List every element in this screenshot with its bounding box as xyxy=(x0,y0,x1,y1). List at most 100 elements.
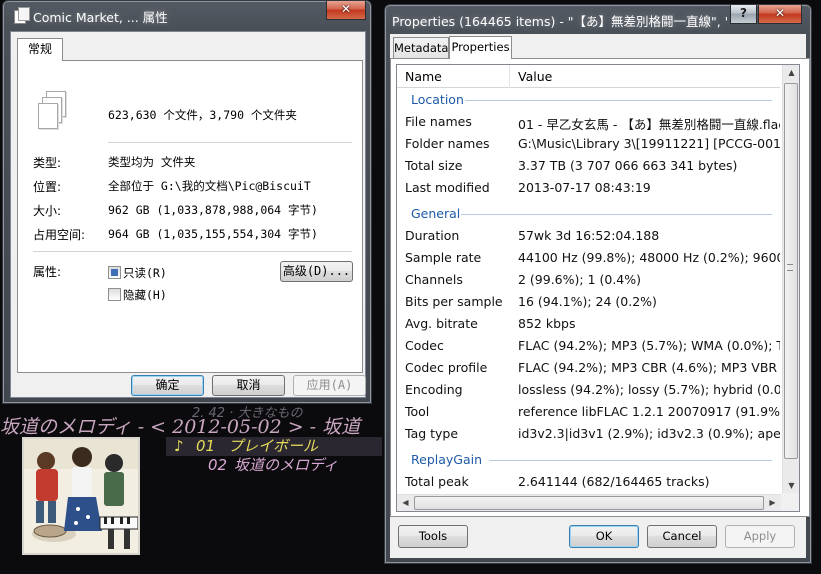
table-row[interactable]: Bits per sample 16 (94.1%); 24 (0.2%) xyxy=(397,291,780,313)
property-label: 类型: xyxy=(33,156,62,170)
properties-tab-page: Name Value Location File names 01 - 早乙女玄馬… xyxy=(390,58,810,517)
track-title: 坂道のメロディ xyxy=(234,456,338,474)
property-label: 位置: xyxy=(33,180,62,194)
scroll-right-arrow-icon[interactable]: ▶ xyxy=(764,498,781,507)
tab-metadata[interactable]: Metadata xyxy=(393,37,449,59)
table-row[interactable]: Last modified 2013-07-17 08:43:19 xyxy=(397,177,780,199)
scroll-left-arrow-icon[interactable]: ◀ xyxy=(397,498,414,507)
property-value: 类型均为 文件夹 xyxy=(108,155,196,169)
checkbox-box[interactable] xyxy=(108,266,121,279)
advanced-button[interactable]: 高级(D)... xyxy=(280,261,353,282)
tab-properties[interactable]: Properties xyxy=(449,36,512,59)
table-row[interactable]: Total peak 2.641144 (682/164465 tracks) xyxy=(397,471,780,493)
tab-general[interactable]: 常规 xyxy=(17,38,63,61)
row-value: 2.641144 (682/164465 tracks) xyxy=(518,474,710,489)
row-value: id3v2.3|id3v1 (2.9%); id3v2.3 (0.9%); ap… xyxy=(518,426,780,441)
track-item-active[interactable]: ♪ 01 プレイボール xyxy=(166,437,382,456)
table-row[interactable]: Tag type id3v2.3|id3v1 (2.9%); id3v2.3 (0… xyxy=(397,423,780,445)
window-title: Properties (164465 items) - "【あ】無差別格闘一直線… xyxy=(392,14,727,29)
row-value: 57wk 3d 16:52:04.188 xyxy=(518,228,660,243)
vertical-scrollbar[interactable]: ▲ ▼ xyxy=(782,65,799,495)
table-row[interactable]: Sample rate 44100 Hz (99.8%); 48000 Hz (0… xyxy=(397,247,780,269)
table-row[interactable]: Codec FLAC (94.2%); MP3 (5.7%); WMA (0.0%… xyxy=(397,335,780,357)
row-value: 44100 Hz (99.8%); 48000 Hz (0.2%); 96000… xyxy=(518,250,780,265)
group-title: ReplayGain xyxy=(411,452,483,467)
window-title: Comic Market, ... 属性 xyxy=(33,10,168,25)
row-name: Channels xyxy=(405,272,463,287)
property-label: 大小: xyxy=(33,204,62,218)
checkbox-box[interactable] xyxy=(108,288,121,301)
scroll-thumb[interactable] xyxy=(784,83,798,459)
title-bar[interactable]: Comic Market, ... 属性 ✕ xyxy=(3,1,371,31)
playing-note-icon: ♪ xyxy=(174,437,184,455)
properties-list[interactable]: Name Value Location File names 01 - 早乙女玄馬… xyxy=(396,64,800,512)
item-count-summary: 623,630 个文件，3,790 个文件夹 xyxy=(108,108,297,122)
tools-button[interactable]: Tools xyxy=(398,525,468,548)
track-number: 02 xyxy=(208,456,228,474)
table-row[interactable]: Encoding lossless (94.2%); lossy (5.7%); … xyxy=(397,379,780,401)
checkbox-label[interactable]: 只读(R) xyxy=(123,265,167,281)
table-row[interactable]: Channels 2 (99.6%); 1 (0.4%) xyxy=(397,269,780,291)
row-value: 2013-07-17 08:43:19 xyxy=(518,180,651,195)
album-cover-art xyxy=(22,437,140,555)
title-bar[interactable]: Properties (164465 items) - "【あ】無差別格闘一直線… xyxy=(385,5,811,35)
close-button[interactable]: ✕ xyxy=(758,5,802,24)
cancel-button[interactable]: 取消 xyxy=(212,375,285,396)
group-line xyxy=(461,214,772,215)
row-name: Folder names xyxy=(405,136,490,151)
row-value: FLAC (94.2%); MP3 (5.7%); WMA (0.0%); TA… xyxy=(518,338,780,353)
row-value: 852 kbps xyxy=(518,316,576,331)
track-item[interactable]: 02 坂道のメロディ xyxy=(166,456,338,475)
scroll-down-arrow-icon[interactable]: ▼ xyxy=(783,481,799,490)
column-header-name[interactable]: Name xyxy=(405,69,442,84)
ok-button[interactable]: OK xyxy=(569,525,639,548)
row-name: Codec profile xyxy=(405,360,488,375)
table-row[interactable]: Avg. bitrate 852 kbps xyxy=(397,313,780,335)
group-line xyxy=(489,460,772,461)
divider xyxy=(33,251,352,252)
track-number: 01 xyxy=(196,437,216,455)
group-title: Location xyxy=(411,92,464,107)
row-value: 3.37 TB (3 707 066 663 341 bytes) xyxy=(518,158,738,173)
row-value: reference libFLAC 1.2.1 20070917 (91.9%)… xyxy=(518,404,780,419)
ok-button[interactable]: 确定 xyxy=(131,375,204,396)
group-general: General xyxy=(397,203,780,225)
column-header-value[interactable]: Value xyxy=(518,69,552,84)
horizontal-scrollbar[interactable]: ◀ ▶ xyxy=(397,494,782,511)
row-name: Avg. bitrate xyxy=(405,316,478,331)
scrollbar-corner xyxy=(781,493,799,511)
group-line xyxy=(465,100,772,101)
help-button[interactable]: ? xyxy=(730,5,757,24)
column-divider[interactable] xyxy=(509,65,510,88)
scroll-up-arrow-icon[interactable]: ▲ xyxy=(783,68,799,77)
row-value: FLAC (94.2%); MP3 CBR (4.6%); MP3 VBR V0… xyxy=(518,360,780,375)
table-row[interactable]: File names 01 - 早乙女玄馬 - 【あ】無差別格闘一直線.flac,… xyxy=(397,111,780,133)
group-location: Location xyxy=(397,89,780,111)
apply-button[interactable]: 应用(A) xyxy=(293,375,366,396)
scroll-thumb[interactable] xyxy=(414,496,764,510)
row-name: Tag type xyxy=(405,426,459,441)
table-row[interactable]: Tool reference libFLAC 1.2.1 20070917 (91… xyxy=(397,401,780,423)
scroll-grip-icon xyxy=(787,264,793,271)
row-name: Bits per sample xyxy=(405,294,503,309)
folder-properties-icon xyxy=(14,7,30,24)
close-button[interactable]: ✕ xyxy=(326,1,366,20)
table-row[interactable]: Total size 3.37 TB (3 707 066 663 341 byt… xyxy=(397,155,780,177)
group-title: General xyxy=(411,206,461,221)
attributes-label: 属性: xyxy=(33,265,62,279)
property-value: 962 GB (1,033,878,988,064 字节) xyxy=(108,203,318,217)
group-replaygain: ReplayGain xyxy=(397,449,780,471)
table-row[interactable]: Duration 57wk 3d 16:52:04.188 xyxy=(397,225,780,247)
general-tab-page: 623,630 个文件，3,790 个文件夹 类型: 类型均为 文件夹 位置: … xyxy=(17,60,363,373)
row-name: Total peak xyxy=(405,474,469,489)
divider xyxy=(108,142,352,143)
apply-button[interactable]: Apply xyxy=(725,525,795,548)
checkbox-label[interactable]: 隐藏(H) xyxy=(123,287,167,303)
table-row[interactable]: Codec profile FLAC (94.2%); MP3 CBR (4.6%… xyxy=(397,357,780,379)
row-name: Last modified xyxy=(405,180,490,195)
row-name: Sample rate xyxy=(405,250,482,265)
folder-properties-window: Comic Market, ... 属性 ✕ 常规 623,630 个文件，3,… xyxy=(2,0,372,404)
table-row[interactable]: Folder names G:\Music\Library 3\[19911221… xyxy=(397,133,780,155)
cancel-button[interactable]: Cancel xyxy=(647,525,717,548)
property-value: 964 GB (1,035,155,554,304 字节) xyxy=(108,227,318,241)
